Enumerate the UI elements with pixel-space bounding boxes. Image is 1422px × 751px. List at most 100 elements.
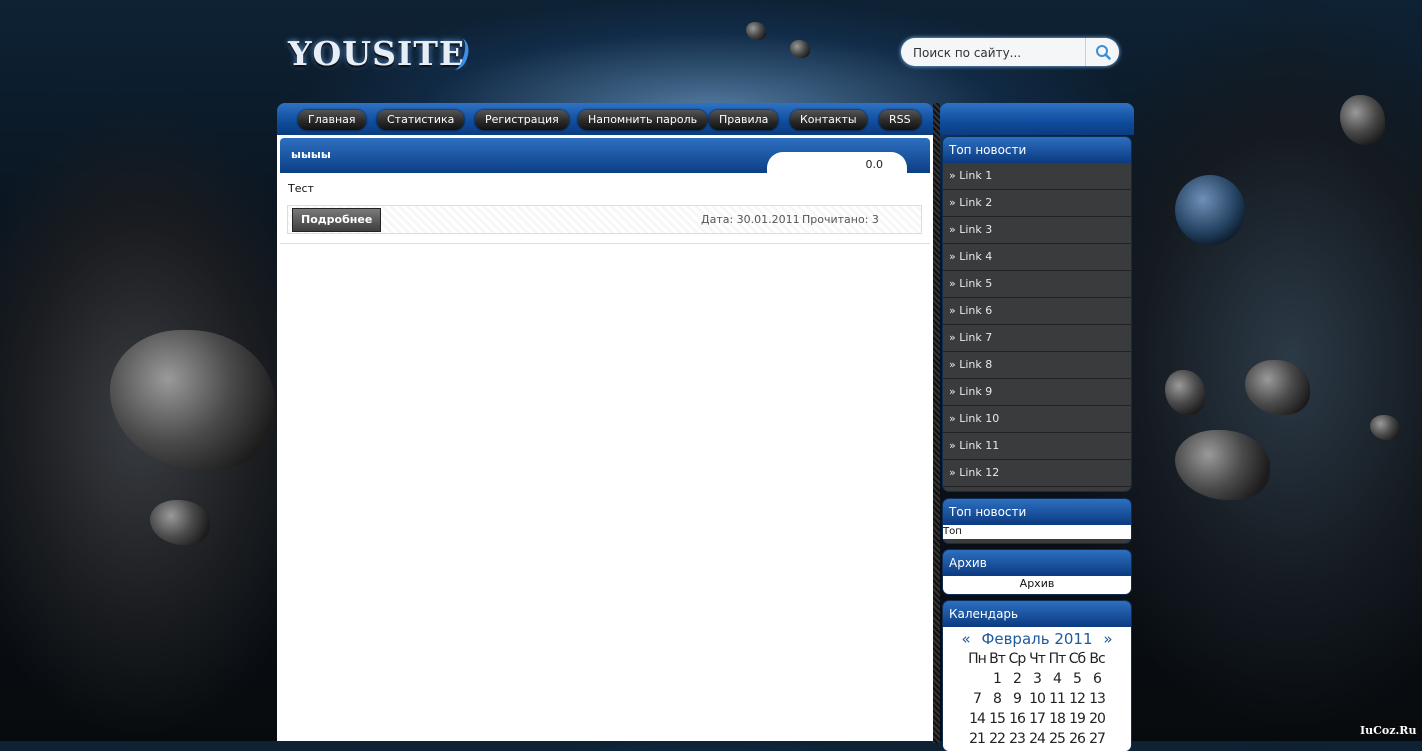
calendar-title: Календарь xyxy=(943,601,1131,627)
calendar-day: 19 xyxy=(1069,711,1086,727)
block-bottom xyxy=(943,539,1131,543)
site-logo[interactable]: YOUSITE xyxy=(288,34,465,73)
calendar-next-button[interactable]: » xyxy=(1103,630,1112,648)
calendar-day: 23 xyxy=(1009,731,1026,747)
calendar-day: 7 xyxy=(973,691,982,707)
calendar-day: 15 xyxy=(989,711,1006,727)
calendar-day: 4 xyxy=(1053,671,1062,687)
search-icon xyxy=(1096,45,1111,60)
post-views: Прочитано: 3 xyxy=(802,213,879,226)
calendar-month[interactable]: Февраль 2011 xyxy=(981,630,1092,648)
planet xyxy=(1175,175,1245,245)
calendar-weekday: Чт xyxy=(1029,651,1046,667)
calendar-day: 14 xyxy=(969,711,986,727)
sidebar-link[interactable]: » Link 5 xyxy=(943,271,1131,298)
search-button[interactable] xyxy=(1085,38,1120,66)
archive-title: Архив xyxy=(943,550,1131,576)
calendar-weekday: Сб xyxy=(1068,651,1086,667)
calendar-day: 25 xyxy=(1049,731,1066,747)
post-header: ыыыы 0.0 xyxy=(280,138,930,173)
main-content: ыыыы 0.0 Тест Подробнее Дата: 30.01.2011… xyxy=(277,135,933,741)
calendar-block: Календарь « Февраль 2011 » Пн Вт Ср Чт П… xyxy=(943,601,1131,751)
calendar-day: 9 xyxy=(1013,691,1022,707)
asteroid-right-5 xyxy=(1370,415,1400,440)
top-news-block-2: Топ новости Топ xyxy=(943,499,1131,543)
asteroid-top-1 xyxy=(746,22,766,40)
sidebar-link[interactable]: » Link 4 xyxy=(943,244,1131,271)
calendar-day: 10 xyxy=(1029,691,1046,707)
calendar-day: 1 xyxy=(993,671,1002,687)
sidebar-link[interactable]: » Link 11 xyxy=(943,433,1131,460)
post-title[interactable]: ыыыы xyxy=(291,148,331,161)
calendar-day: 27 xyxy=(1089,731,1106,747)
calendar-day: 11 xyxy=(1049,691,1066,707)
page-container: Главная Статистика Регистрация Напомнить… xyxy=(277,101,1134,751)
calendar-day: 13 xyxy=(1089,691,1106,707)
archive-block: Архив Архив xyxy=(943,550,1131,594)
read-more-button[interactable]: Подробнее xyxy=(292,208,382,232)
calendar-day: 2 xyxy=(1013,671,1022,687)
calendar-day: 3 xyxy=(1033,671,1042,687)
search-input[interactable] xyxy=(911,43,1085,63)
calendar-nav: « Февраль 2011 » xyxy=(943,627,1131,649)
calendar-prev-button[interactable]: « xyxy=(961,630,970,648)
nav-item-contacts[interactable]: Контакты xyxy=(790,110,867,130)
top-news-block: Топ новости » Link 1 » Link 2 » Link 3 »… xyxy=(943,137,1131,491)
nav-item-register[interactable]: Регистрация xyxy=(475,110,569,130)
archive-link[interactable]: Архив xyxy=(943,576,1131,594)
calendar-weekday: Пт xyxy=(1048,651,1067,667)
calendar-day: 6 xyxy=(1093,671,1102,687)
calendar-weekday: Ср xyxy=(1008,651,1027,667)
calendar-day: 26 xyxy=(1069,731,1086,747)
sidebar-link[interactable]: » Link 10 xyxy=(943,406,1131,433)
calendar-day: 16 xyxy=(1009,711,1026,727)
asteroid-right-2 xyxy=(1245,360,1310,415)
calendar-day: 18 xyxy=(1049,711,1066,727)
top-news-title: Топ новости xyxy=(943,137,1131,163)
calendar-day: 12 xyxy=(1069,691,1086,707)
nav-item-rss[interactable]: RSS xyxy=(879,110,921,130)
search-box xyxy=(901,38,1119,66)
calendar-day xyxy=(967,669,987,689)
nav-item-remind-password[interactable]: Напомнить пароль xyxy=(578,110,708,130)
post-separator xyxy=(280,243,930,244)
calendar-day: 20 xyxy=(1089,711,1106,727)
top-news-text: Топ xyxy=(943,525,1131,539)
post-rating: 0.0 xyxy=(865,158,884,171)
sidebar-link[interactable]: » Link 2 xyxy=(943,190,1131,217)
calendar-weekday: Вс xyxy=(1089,651,1105,667)
sidebar-link[interactable]: » Link 3 xyxy=(943,217,1131,244)
sidebar-link[interactable]: » Link 1 xyxy=(943,163,1131,190)
calendar-day: 8 xyxy=(993,691,1002,707)
nav-item-home[interactable]: Главная xyxy=(298,110,366,130)
sidebar-link[interactable]: » Link 9 xyxy=(943,379,1131,406)
block-bottom xyxy=(943,487,1131,491)
calendar: « Февраль 2011 » Пн Вт Ср Чт Пт Сб Вс 1 … xyxy=(943,627,1131,751)
asteroid-right-1 xyxy=(1340,95,1385,145)
calendar-day: 21 xyxy=(969,731,986,747)
sidebar-link[interactable]: » Link 8 xyxy=(943,352,1131,379)
post-date: Дата: 30.01.2011 xyxy=(701,213,800,226)
sidebar-link[interactable]: » Link 12 xyxy=(943,460,1131,487)
asteroid-right-4 xyxy=(1165,370,1205,415)
post-footer: Подробнее Дата: 30.01.2011 Прочитано: 3 xyxy=(287,205,922,234)
calendar-grid: Пн Вт Ср Чт Пт Сб Вс 1 2 3 4 5 6 7 8 9 1… xyxy=(967,649,1131,749)
nav-item-stats[interactable]: Статистика xyxy=(377,110,465,130)
post-body: Тест xyxy=(288,182,314,195)
top-news-title-2: Топ новости xyxy=(943,499,1131,525)
calendar-day: 17 xyxy=(1029,711,1046,727)
rating-tab: 0.0 xyxy=(767,152,907,173)
calendar-day: 22 xyxy=(989,731,1006,747)
nav-item-rules[interactable]: Правила xyxy=(709,110,779,130)
asteroid-top-2 xyxy=(790,40,810,58)
asteroid-left-large xyxy=(110,330,275,470)
sidebar-link[interactable]: » Link 7 xyxy=(943,325,1131,352)
watermark: IuCoz.Ru xyxy=(1360,724,1417,737)
column-divider xyxy=(933,103,940,743)
sidebar-link[interactable]: » Link 6 xyxy=(943,298,1131,325)
calendar-day: 24 xyxy=(1029,731,1046,747)
asteroid-right-3 xyxy=(1175,430,1270,500)
calendar-weekday: Вт xyxy=(989,651,1006,667)
asteroid-left-small xyxy=(150,500,210,545)
calendar-weekday: Пн xyxy=(968,651,987,667)
